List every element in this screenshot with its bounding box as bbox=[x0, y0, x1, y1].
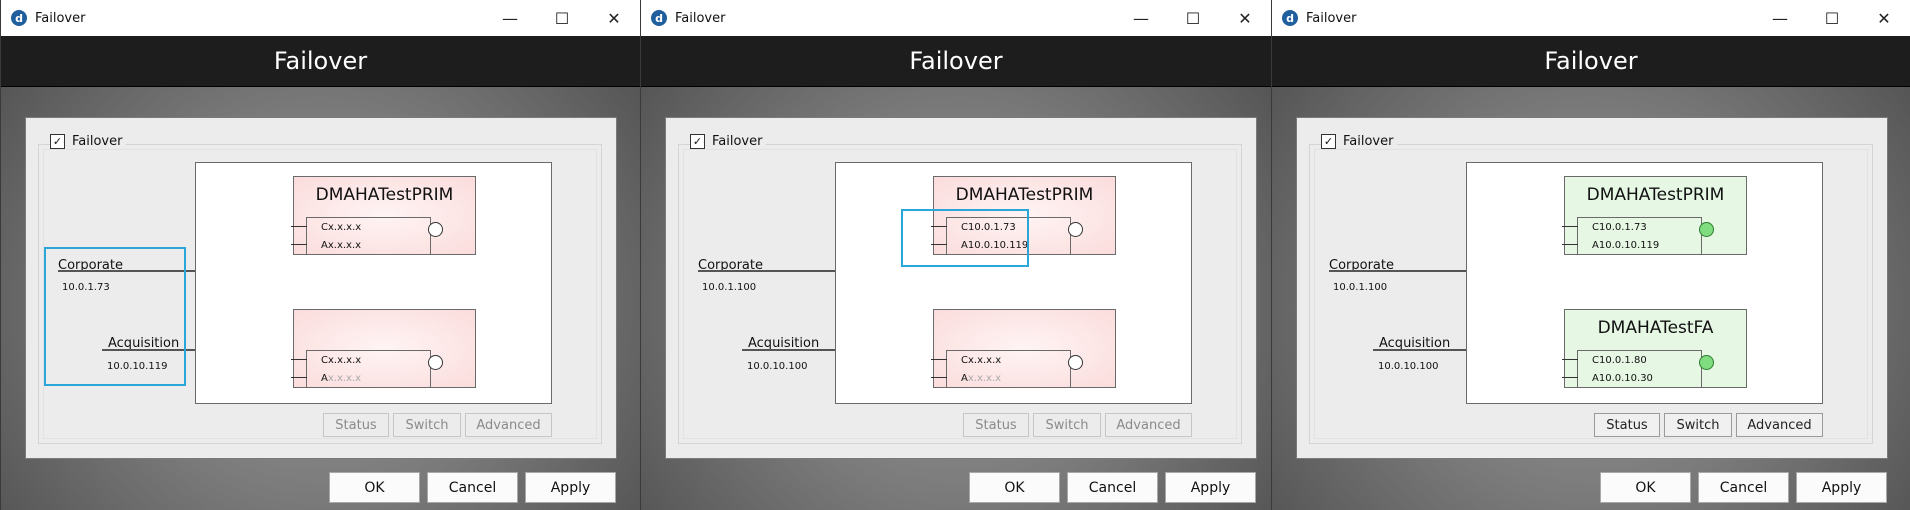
failover-checkbox-label: Failover bbox=[712, 134, 763, 149]
failover-checkbox-label: Failover bbox=[72, 134, 123, 149]
window-title: Failover bbox=[675, 10, 726, 26]
highlight-box-nic bbox=[901, 209, 1029, 267]
apply-button[interactable]: Apply bbox=[1165, 472, 1256, 503]
d-logo-icon: d bbox=[11, 10, 27, 26]
nic-corporate-ip: C10.0.1.80 bbox=[1592, 355, 1647, 366]
nic-acquisition-ip: Ax.x.x.x bbox=[961, 373, 1002, 384]
maximize-icon[interactable]: ☐ bbox=[1806, 0, 1858, 36]
nic-acquisition-ip: Ax.x.x.x bbox=[321, 240, 362, 251]
status-indicator-icon bbox=[1699, 222, 1714, 237]
nic-acquisition-ip: A10.0.10.119 bbox=[1592, 240, 1660, 251]
failover-panel: ✓ Failover Corporate 10.0.1.100 Acquisit… bbox=[1296, 117, 1888, 459]
status-indicator-icon bbox=[1068, 222, 1083, 237]
highlight-box-networks bbox=[44, 247, 186, 386]
server-secondary: Cx.x.x.x Ax.x.x.x bbox=[291, 309, 476, 388]
network-ip-corporate: 10.0.1.100 bbox=[1333, 282, 1388, 293]
close-icon[interactable]: ✕ bbox=[588, 0, 640, 36]
network-ip-acquisition: 10.0.10.100 bbox=[1378, 361, 1439, 372]
cancel-button[interactable]: Cancel bbox=[427, 472, 518, 503]
server-name: DMAHATestPRIM bbox=[955, 185, 1094, 205]
nic-acquisition-ip: A10.0.10.30 bbox=[1592, 373, 1653, 384]
minimize-icon[interactable]: — bbox=[1754, 0, 1806, 36]
apply-button[interactable]: Apply bbox=[525, 472, 616, 503]
nic-corporate-ip: Cx.x.x.x bbox=[961, 355, 1002, 366]
ok-button[interactable]: OK bbox=[969, 472, 1060, 503]
advanced-button[interactable]: Advanced bbox=[1736, 413, 1823, 437]
failover-window-1: d Failover — ☐ ✕ Failover ✓ Failover Cor… bbox=[0, 0, 640, 510]
server-primary: DMAHATestPRIM C10.0.1.73 A10.0.10.119 bbox=[1562, 176, 1747, 255]
switch-button[interactable]: Switch bbox=[1664, 413, 1732, 437]
status-button[interactable]: Status bbox=[323, 413, 389, 437]
server-nic: Cx.x.x.x Ax.x.x.x bbox=[931, 350, 1071, 388]
cancel-button[interactable]: Cancel bbox=[1067, 472, 1158, 503]
close-icon[interactable]: ✕ bbox=[1219, 0, 1271, 36]
server-name: DMAHATestPRIM bbox=[1586, 185, 1725, 205]
failover-checkbox-label: Failover bbox=[1343, 134, 1394, 149]
server-nic: C10.0.1.73 A10.0.10.119 bbox=[1562, 217, 1702, 255]
checkmark-icon[interactable]: ✓ bbox=[1321, 134, 1336, 149]
advanced-button[interactable]: Advanced bbox=[465, 413, 552, 437]
nic-corporate-ip: C10.0.1.73 bbox=[1592, 222, 1647, 233]
ok-button[interactable]: OK bbox=[1600, 472, 1691, 503]
server-primary: DMAHATestPRIM Cx.x.x.x Ax.x.x.x bbox=[291, 176, 476, 255]
page-title: Failover bbox=[1272, 36, 1910, 87]
failover-checkbox[interactable]: ✓ Failover bbox=[50, 134, 127, 149]
failover-diagram: DMAHATestPRIM C10.0.1.73 A10.0.10.119 DM… bbox=[1466, 162, 1823, 404]
failover-panel: ✓ Failover Corporate 10.0.1.100 Acquisit… bbox=[665, 117, 1257, 459]
server-name: DMAHATestFA bbox=[1597, 318, 1714, 338]
nic-corporate-ip: Cx.x.x.x bbox=[321, 355, 362, 366]
server-nic: Cx.x.x.x Ax.x.x.x bbox=[291, 350, 431, 388]
failover-checkbox[interactable]: ✓ Failover bbox=[690, 134, 767, 149]
failover-diagram: DMAHATestPRIM C10.0.1.73 A10.0.10.119 Cx… bbox=[835, 162, 1192, 404]
network-ip-acquisition: 10.0.10.100 bbox=[747, 361, 808, 372]
close-icon[interactable]: ✕ bbox=[1858, 0, 1910, 36]
minimize-icon[interactable]: — bbox=[1115, 0, 1167, 36]
switch-button[interactable]: Switch bbox=[393, 413, 461, 437]
server-nic: Cx.x.x.x Ax.x.x.x bbox=[291, 217, 431, 255]
window-title: Failover bbox=[35, 10, 86, 26]
server-name: DMAHATestPRIM bbox=[315, 185, 454, 205]
title-bar: d Failover — ☐ ✕ bbox=[1272, 0, 1910, 37]
switch-button[interactable]: Switch bbox=[1033, 413, 1101, 437]
status-indicator-icon bbox=[1068, 355, 1083, 370]
status-button[interactable]: Status bbox=[963, 413, 1029, 437]
network-line-corporate bbox=[1329, 270, 1479, 272]
network-ip-corporate: 10.0.1.100 bbox=[702, 282, 757, 293]
failover-diagram: DMAHATestPRIM Cx.x.x.x Ax.x.x.x Cx.x.x.x… bbox=[195, 162, 552, 404]
advanced-button[interactable]: Advanced bbox=[1105, 413, 1192, 437]
minimize-icon[interactable]: — bbox=[484, 0, 536, 36]
failover-window-3: d Failover — ☐ ✕ Failover ✓ Failover Cor… bbox=[1271, 0, 1910, 510]
title-bar: d Failover — ☐ ✕ bbox=[641, 0, 1271, 37]
d-logo-icon: d bbox=[1282, 10, 1298, 26]
status-indicator-icon bbox=[428, 355, 443, 370]
maximize-icon[interactable]: ☐ bbox=[1167, 0, 1219, 36]
checkmark-icon[interactable]: ✓ bbox=[50, 134, 65, 149]
window-title: Failover bbox=[1306, 10, 1357, 26]
page-title: Failover bbox=[641, 36, 1271, 87]
ok-button[interactable]: OK bbox=[329, 472, 420, 503]
checkmark-icon[interactable]: ✓ bbox=[690, 134, 705, 149]
server-secondary: Cx.x.x.x Ax.x.x.x bbox=[931, 309, 1116, 388]
nic-corporate-ip: Cx.x.x.x bbox=[321, 222, 362, 233]
network-line-acquisition bbox=[742, 349, 848, 351]
status-button[interactable]: Status bbox=[1594, 413, 1660, 437]
server-secondary: DMAHATestFA C10.0.1.80 A10.0.10.30 bbox=[1562, 309, 1747, 388]
d-logo-icon: d bbox=[651, 10, 667, 26]
status-indicator-icon bbox=[1699, 355, 1714, 370]
page-title: Failover bbox=[1, 36, 640, 87]
cancel-button[interactable]: Cancel bbox=[1698, 472, 1789, 503]
nic-acquisition-ip: Ax.x.x.x bbox=[321, 373, 362, 384]
apply-button[interactable]: Apply bbox=[1796, 472, 1887, 503]
network-line-corporate bbox=[698, 270, 848, 272]
failover-window-2: d Failover — ☐ ✕ Failover ✓ Failover Cor… bbox=[640, 0, 1271, 510]
maximize-icon[interactable]: ☐ bbox=[536, 0, 588, 36]
network-line-acquisition bbox=[1373, 349, 1479, 351]
failover-checkbox[interactable]: ✓ Failover bbox=[1321, 134, 1398, 149]
server-nic: C10.0.1.80 A10.0.10.30 bbox=[1562, 350, 1702, 388]
title-bar: d Failover — ☐ ✕ bbox=[1, 0, 640, 37]
status-indicator-icon bbox=[428, 222, 443, 237]
